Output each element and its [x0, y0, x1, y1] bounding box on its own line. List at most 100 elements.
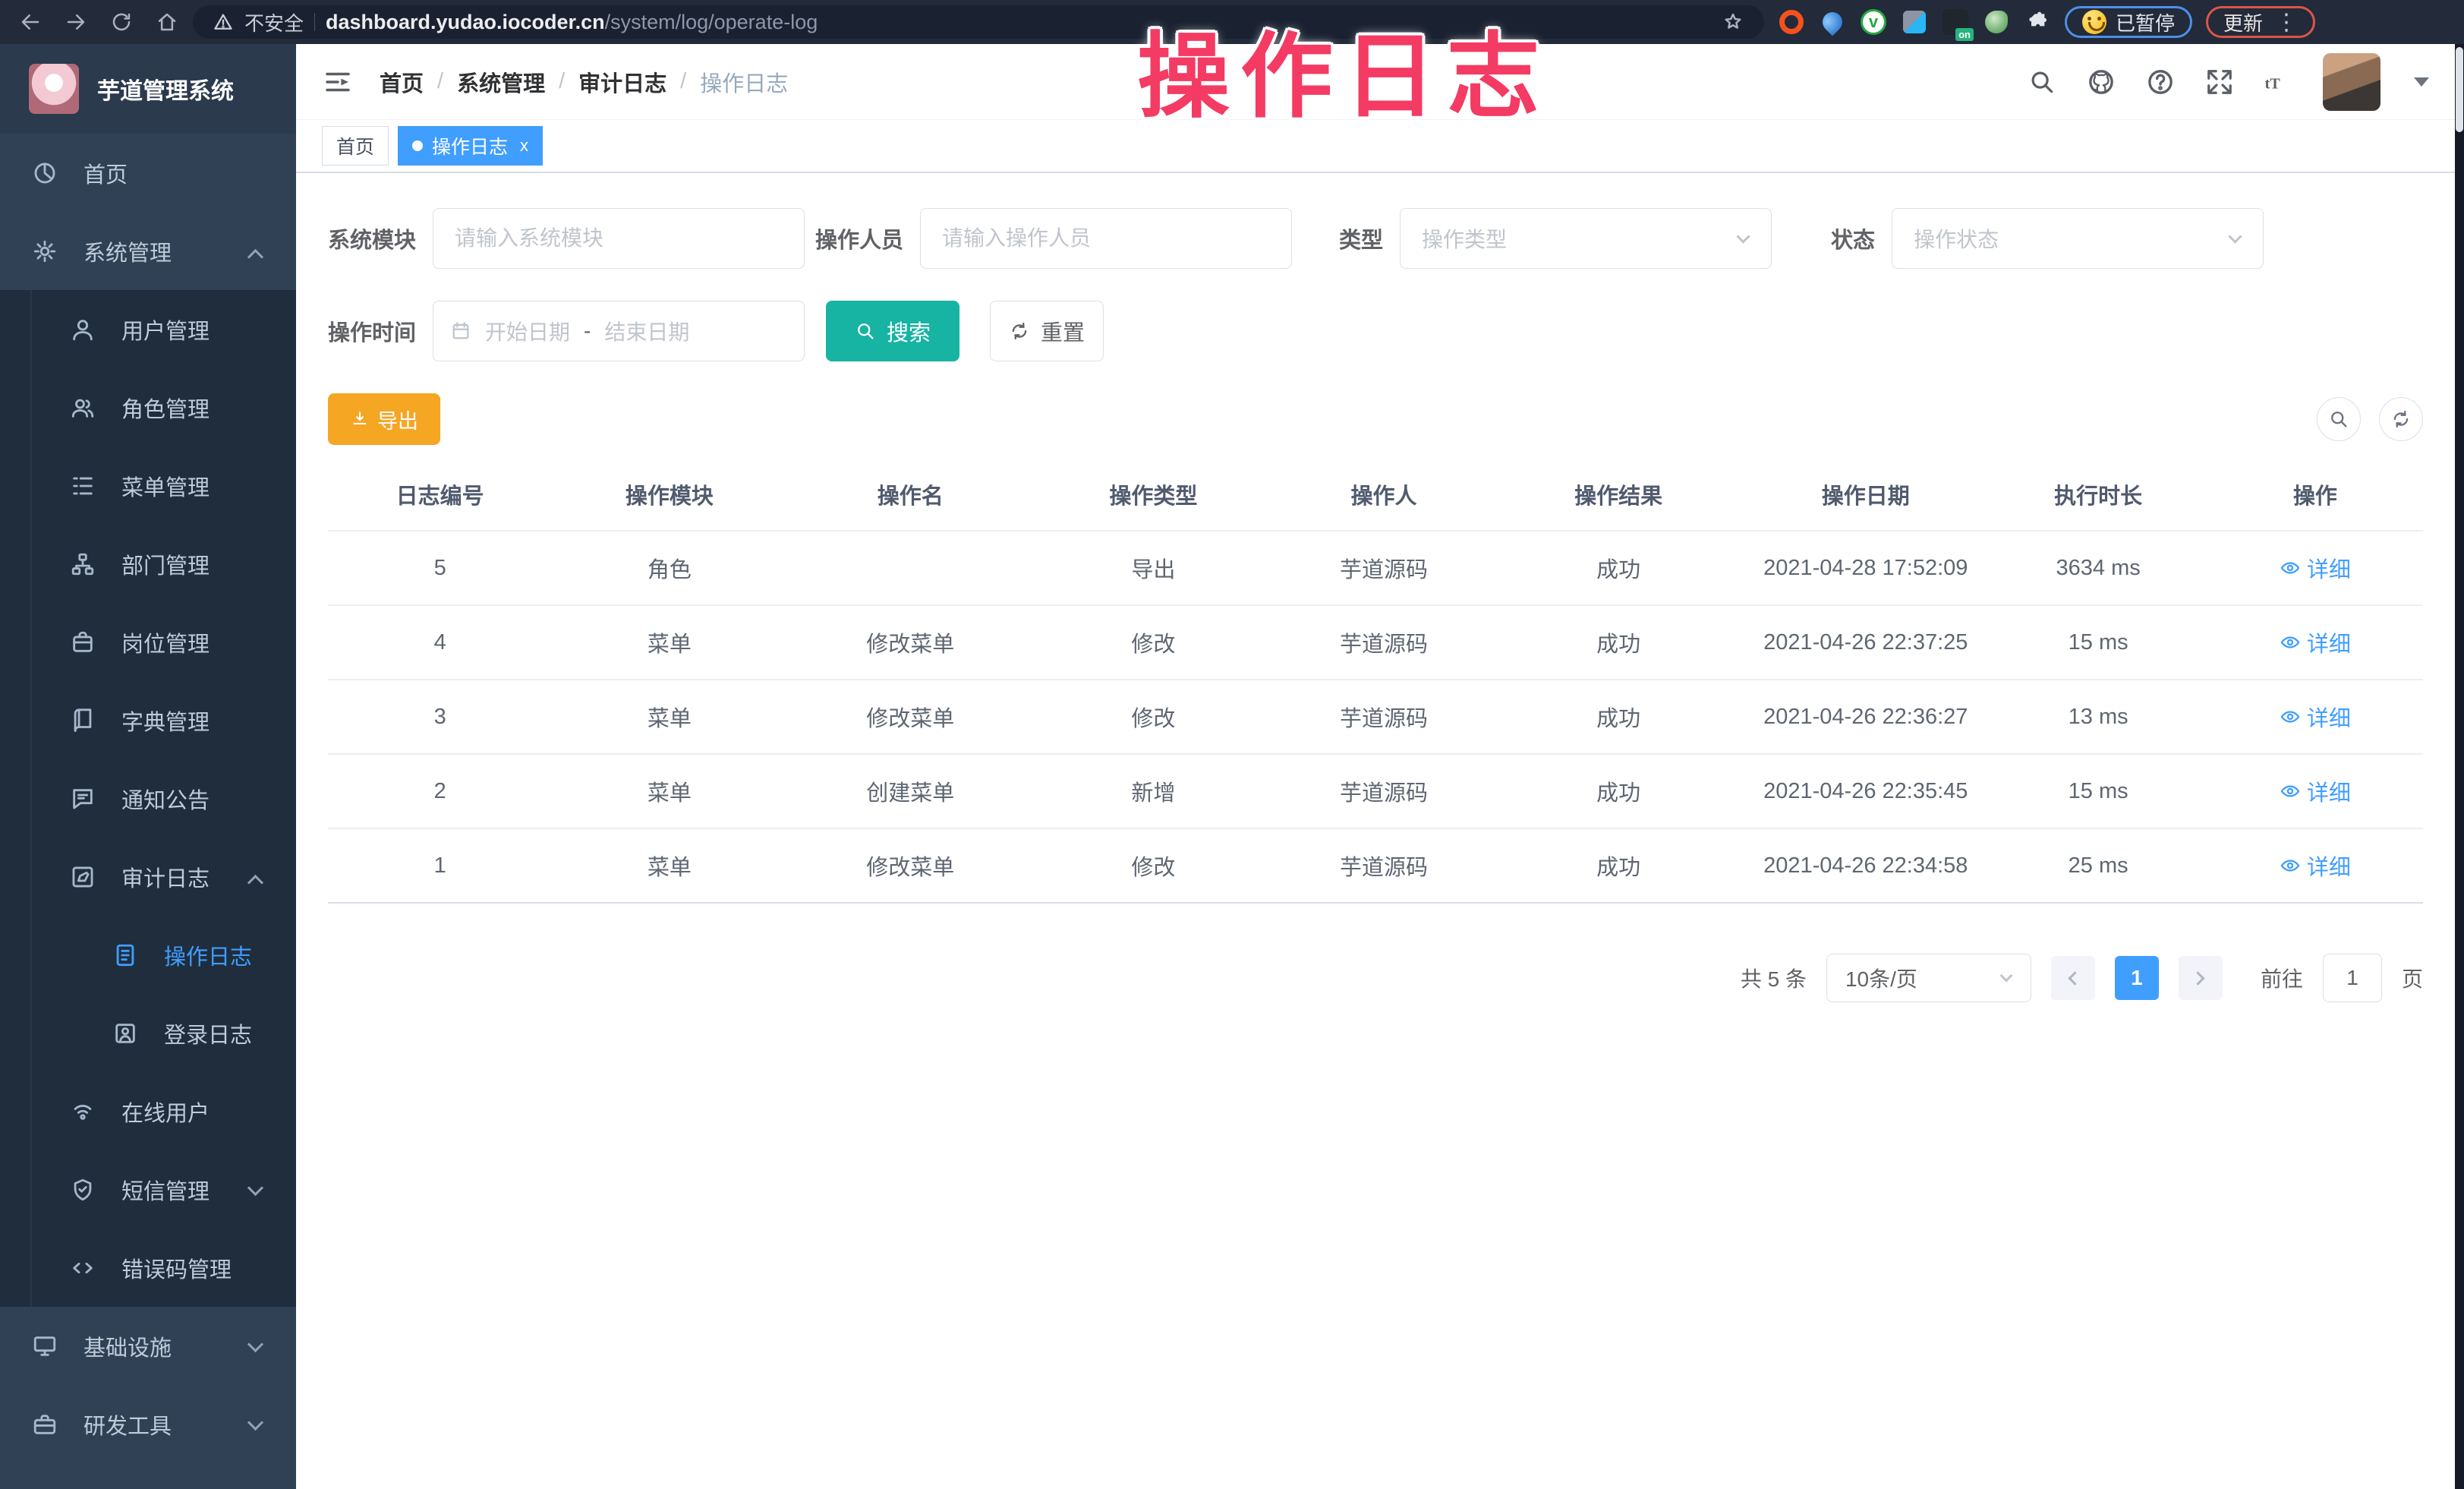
search-button[interactable]: 搜索	[826, 301, 959, 361]
sidebar-item-label: 登录日志	[164, 1017, 252, 1049]
col-header-result: 操作结果	[1495, 459, 1742, 531]
cell-duration: 13 ms	[1990, 680, 2207, 754]
search-icon	[2328, 409, 2349, 430]
browser-update-button[interactable]: 更新⋮	[2206, 6, 2315, 38]
detail-link[interactable]: 详细	[2280, 626, 2351, 658]
breadcrumb-audit[interactable]: 审计日志	[578, 66, 666, 98]
operate-log-icon	[112, 942, 138, 968]
sidebar-item-error-codes[interactable]: 错误码管理	[0, 1229, 296, 1307]
detail-link[interactable]: 详细	[2280, 552, 2351, 584]
browser-back-icon[interactable]	[11, 5, 50, 39]
sidebar-item-login-log[interactable]: 登录日志	[0, 994, 296, 1072]
sidebar-item-system[interactable]: 系统管理	[0, 212, 296, 290]
fullscreen-icon[interactable]	[2204, 67, 2235, 97]
sidebar-item-label: 通知公告	[121, 783, 210, 815]
sidebar-item-dict[interactable]: 字典管理	[0, 681, 296, 759]
type-select-placeholder: 操作类型	[1422, 223, 1507, 254]
chevron-down-icon	[247, 1415, 263, 1431]
sidebar-item-users[interactable]: 用户管理	[0, 290, 296, 368]
tag-home[interactable]: 首页	[322, 126, 389, 166]
export-button[interactable]: 导出	[328, 393, 440, 445]
user-avatar[interactable]	[2323, 53, 2381, 111]
security-label[interactable]: 不安全	[244, 8, 304, 36]
browser-forward-icon[interactable]	[56, 5, 96, 39]
browser-home-icon[interactable]	[147, 5, 187, 39]
cell-type: 修改	[1034, 605, 1273, 680]
sidebar-item-dev-tools[interactable]: 研发工具	[0, 1385, 296, 1463]
sidebar-item-notices[interactable]: 通知公告	[0, 759, 296, 838]
chevron-down-icon	[1999, 970, 2012, 983]
extension-grayblue-icon[interactable]	[1901, 8, 1928, 36]
extension-pin-icon[interactable]	[1819, 8, 1846, 36]
breadcrumb-home[interactable]: 首页	[380, 66, 424, 98]
cell-duration: 3634 ms	[1990, 531, 2207, 605]
cell-id: 5	[328, 531, 552, 605]
toggle-search-button[interactable]	[2317, 397, 2361, 441]
scrollbar-thumb[interactable]	[2456, 47, 2463, 132]
sidebar-item-menus[interactable]: 菜单管理	[0, 446, 296, 525]
extension-leaf-icon[interactable]	[1983, 8, 2010, 36]
sidebar-item-sms[interactable]: 短信管理	[0, 1150, 296, 1229]
sidebar-item-posts[interactable]: 岗位管理	[0, 603, 296, 681]
col-header-actions: 操作	[2207, 459, 2423, 531]
detail-link[interactable]: 详细	[2280, 775, 2351, 807]
badge-icon	[70, 629, 96, 655]
help-icon[interactable]	[2145, 67, 2176, 97]
refresh-table-button[interactable]	[2379, 397, 2423, 441]
cell-operator: 芋道源码	[1273, 754, 1495, 828]
tag-operate-log[interactable]: 操作日志x	[398, 126, 543, 166]
col-header-duration: 执行时长	[1990, 459, 2207, 531]
sidebar-item-label: 在线用户	[121, 1096, 210, 1128]
tag-close-icon[interactable]: x	[520, 136, 528, 156]
breadcrumb-system[interactable]: 系统管理	[457, 66, 545, 98]
sidebar-logo-row[interactable]: 芋道管理系统	[0, 44, 296, 134]
extensions-puzzle-icon[interactable]	[2024, 8, 2051, 36]
sidebar-item-home[interactable]: 首页	[0, 134, 296, 212]
avatar-caret-icon[interactable]	[2414, 77, 2429, 87]
sidebar-item-infra[interactable]: 基础设施	[0, 1307, 296, 1385]
module-input[interactable]	[433, 208, 805, 269]
reset-button-label: 重置	[1041, 315, 1085, 347]
cell-date: 2021-04-26 22:34:58	[1742, 828, 1990, 903]
page-size-select[interactable]: 10条/页	[1826, 954, 2031, 1002]
url-text[interactable]: dashboard.yudao.iocoder.cn/system/log/op…	[326, 11, 818, 34]
col-header-id: 日志编号	[328, 459, 552, 531]
extension-dark-on-icon[interactable]: on	[1942, 8, 1969, 36]
sidebar-toggle-icon[interactable]	[322, 66, 354, 98]
page-number-button[interactable]: 1	[2115, 956, 2159, 1000]
operator-input[interactable]	[920, 208, 1292, 269]
next-page-button[interactable]	[2179, 956, 2223, 1000]
insecure-warning-icon[interactable]	[213, 11, 234, 33]
github-icon[interactable]	[2086, 67, 2116, 97]
pagination: 共 5 条 10条/页 1 前往 页	[328, 954, 2423, 1002]
sidebar-item-roles[interactable]: 角色管理	[0, 368, 296, 446]
date-range-picker[interactable]: 开始日期 - 结束日期	[433, 301, 805, 361]
font-size-icon[interactable]: tT	[2264, 67, 2294, 97]
sidebar-item-operate-log[interactable]: 操作日志	[0, 916, 296, 994]
sidebar-item-departments[interactable]: 部门管理	[0, 525, 296, 603]
type-select[interactable]: 操作类型	[1400, 208, 1772, 269]
detail-link[interactable]: 详细	[2280, 850, 2351, 882]
sidebar-item-label: 用户管理	[121, 314, 210, 345]
reset-button[interactable]: 重置	[990, 301, 1104, 361]
goto-page-input[interactable]	[2323, 954, 2382, 1002]
detail-link[interactable]: 详细	[2280, 701, 2351, 733]
toolbox-icon	[32, 1412, 58, 1437]
browser-reload-icon[interactable]	[102, 5, 141, 39]
status-select[interactable]: 操作状态	[1892, 208, 2264, 269]
extension-orange-icon[interactable]	[1778, 8, 1805, 36]
profile-paused-badge[interactable]: 已暂停	[2065, 6, 2192, 38]
sidebar-item-label: 岗位管理	[121, 626, 210, 658]
sidebar-item-online-users[interactable]: 在线用户	[0, 1072, 296, 1150]
prev-page-button[interactable]	[2051, 956, 2095, 1000]
page-scrollbar[interactable]	[2455, 44, 2464, 1489]
cell-type: 修改	[1034, 828, 1273, 903]
sidebar-item-audit-log[interactable]: 审计日志	[0, 838, 296, 916]
browser-menu-icon[interactable]: ⋮	[2275, 9, 2298, 36]
extension-green-v-icon[interactable]: v	[1860, 8, 1887, 36]
cell-name: 创建菜单	[786, 754, 1034, 828]
header-search-icon[interactable]	[2027, 67, 2057, 97]
cell-module: 角色	[552, 531, 786, 605]
bookmark-star-icon[interactable]	[1722, 11, 1744, 33]
cell-name: 修改菜单	[786, 828, 1034, 903]
